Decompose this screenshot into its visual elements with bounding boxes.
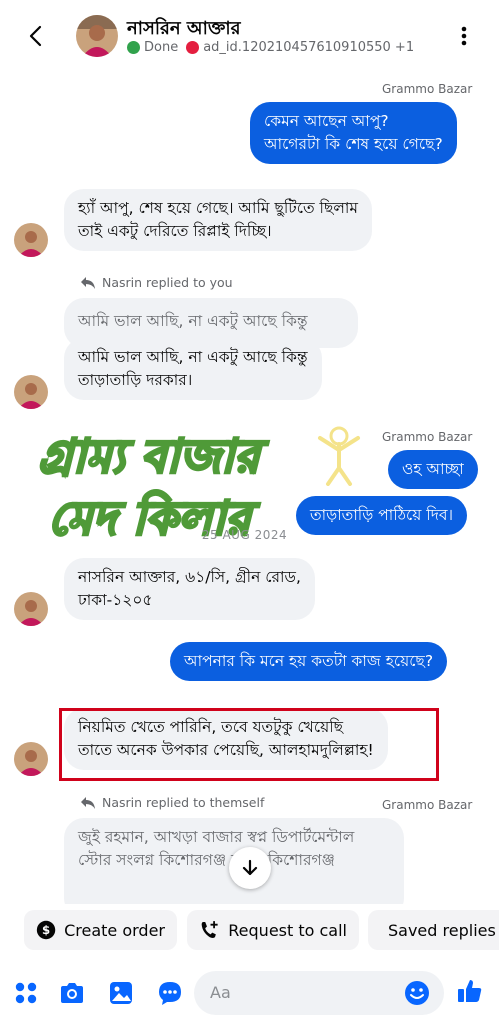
- incoming-message[interactable]: হ্যাঁ আপু, শেষ হয়ে গেছে। আমি ছুটিতে ছিল…: [64, 189, 372, 251]
- thumbs-up-icon[interactable]: [456, 977, 484, 1005]
- ad-label-dot-icon: [186, 41, 200, 54]
- message-input-placeholder: Aa: [210, 983, 231, 1002]
- conversation-header: নাসরিন আক্তার Done ad_id.120210457610910…: [0, 0, 499, 72]
- contact-avatar-small: [14, 592, 48, 626]
- reply-indicator: Nasrin replied to you: [80, 275, 233, 290]
- outgoing-message[interactable]: কেমন আছেন আপু? আগেরটা কি শেষ হয়ে গেছে?: [250, 102, 457, 164]
- reply-arrow-icon: [81, 796, 95, 809]
- done-status-dot-icon: [127, 41, 140, 54]
- date-separator: 25 AUG 2024: [201, 528, 288, 542]
- saved-replies-button[interactable]: Saved replies: [368, 910, 499, 950]
- saved-replies-label: Saved replies: [388, 920, 496, 940]
- incoming-message[interactable]: আমি ভাল আছি, না একটু আছে কিন্তু তাড়াতাড…: [64, 338, 322, 400]
- create-order-button[interactable]: $ Create order: [24, 910, 177, 950]
- back-arrow-icon[interactable]: [22, 22, 50, 50]
- quick-actions-bar: $ Create order Request to call Saved rep…: [0, 904, 499, 958]
- sender-label: Grammo Bazar: [382, 798, 473, 812]
- ad-id-label: ad_id.120210457610910550 +1: [203, 40, 415, 55]
- done-label: Done: [144, 40, 179, 55]
- message-text: আপনার কি মনে হয় কতটা কাজ হয়েছে?: [184, 652, 434, 670]
- message-text: কেমন আছেন আপু?: [264, 112, 389, 130]
- sender-label: Grammo Bazar: [382, 430, 473, 444]
- message-text: আমি ভাল আছি, না একটু আছে কিন্তু: [78, 348, 308, 366]
- message-thread[interactable]: Grammo Bazar কেমন আছেন আপু? আগেরটা কি শে…: [0, 72, 499, 904]
- message-text: তাড়াতাড়ি পাঠিয়ে দিব।: [310, 506, 454, 524]
- apps-grid-icon[interactable]: [12, 979, 40, 1007]
- camera-icon[interactable]: [58, 979, 86, 1007]
- outgoing-message[interactable]: ওহ আচ্ছা: [388, 450, 478, 489]
- watermark-line-1: গ্রাম্য বাজার: [36, 428, 260, 485]
- messenger-more-icon[interactable]: [156, 979, 184, 1007]
- emoji-icon[interactable]: [404, 980, 430, 1006]
- message-text: হ্যাঁ আপু, শেষ হয়ে গেছে। আমি ছুটিতে ছিল…: [78, 199, 358, 217]
- message-composer: Aa: [0, 962, 499, 1024]
- contact-avatar-small: [14, 375, 48, 409]
- message-text: নাসরিন আক্তার, ৬১/সি, গ্রীন রোড,: [78, 568, 301, 586]
- contact-avatar-small: [14, 742, 48, 776]
- arrow-down-icon: [242, 859, 258, 876]
- message-input[interactable]: Aa: [194, 971, 444, 1015]
- request-to-call-button[interactable]: Request to call: [187, 910, 359, 950]
- more-options-icon[interactable]: [452, 22, 476, 50]
- sender-label: Grammo Bazar: [382, 82, 473, 96]
- message-text: ঢাকা-১২০৫: [78, 591, 153, 609]
- create-order-label: Create order: [64, 920, 165, 940]
- contact-avatar[interactable]: [76, 15, 118, 57]
- scroll-to-bottom-button[interactable]: [229, 847, 271, 889]
- message-text: তাই একটু দেরিতে রিপ্লাই দিচ্ছি।: [78, 222, 272, 240]
- svg-text:$: $: [42, 923, 50, 937]
- incoming-message[interactable]: নাসরিন আক্তার, ৬১/সি, গ্রীন রোড, ঢাকা-১২…: [64, 558, 315, 620]
- outgoing-message[interactable]: আপনার কি মনে হয় কতটা কাজ হয়েছে?: [170, 642, 448, 681]
- quoted-text: আমি ভাল আছি, না একটু আছে কিন্তু: [78, 312, 308, 330]
- contact-labels: Done ad_id.120210457610910550 +1: [127, 40, 414, 55]
- message-text: ওহ আচ্ছা: [402, 460, 464, 478]
- watermark-line-2: মেদ কিলার: [47, 490, 253, 547]
- highlight-box: [59, 708, 439, 781]
- phone-plus-icon: [201, 921, 218, 938]
- reply-indicator-text: Nasrin replied to themself: [102, 795, 265, 810]
- gallery-icon[interactable]: [107, 979, 135, 1007]
- message-text: আগেরটা কি শেষ হয়ে গেছে?: [264, 135, 443, 153]
- quoted-text: জুই রহমান, আখড়া বাজার স্বপ্ন ডিপার্টমেন…: [78, 828, 355, 846]
- reply-indicator: Nasrin replied to themself: [80, 795, 264, 810]
- reply-arrow-icon: [81, 276, 95, 289]
- dollar-circle-icon: $: [36, 920, 56, 940]
- contact-avatar-small: [14, 223, 48, 257]
- reply-indicator-text: Nasrin replied to you: [102, 275, 233, 290]
- watermark-figure-icon: [318, 426, 360, 486]
- message-text: তাড়াতাড়ি দরকার।: [78, 371, 193, 389]
- request-to-call-label: Request to call: [228, 920, 347, 940]
